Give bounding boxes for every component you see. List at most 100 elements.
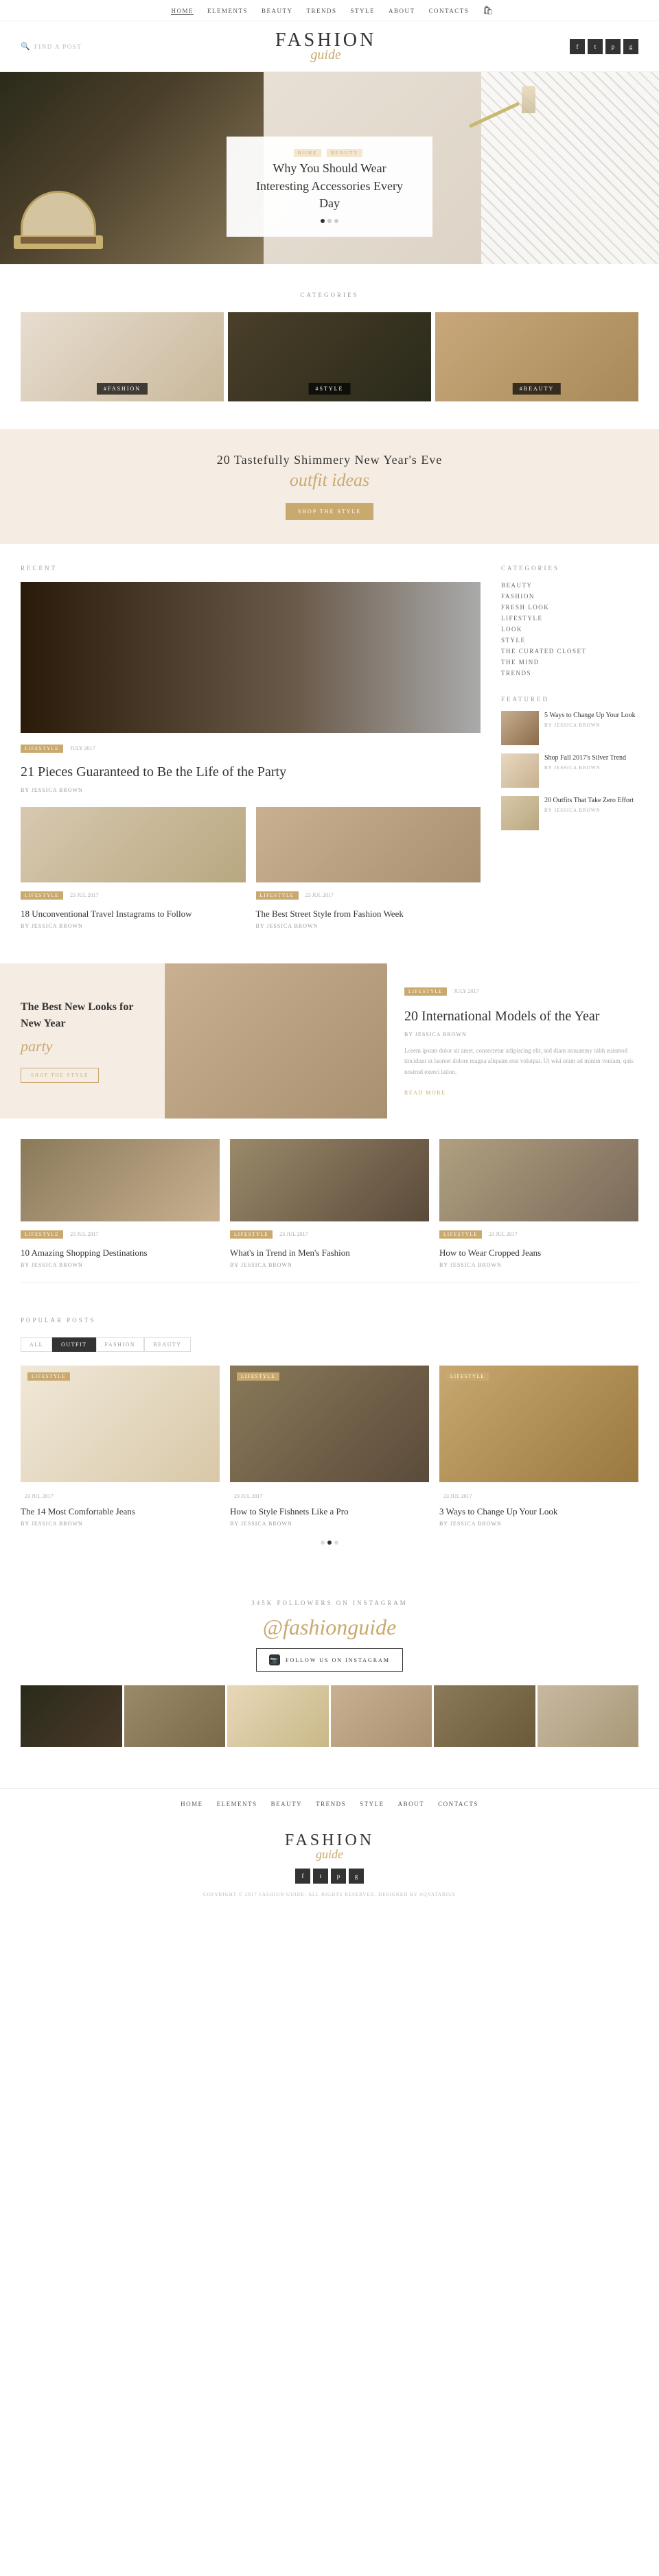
article-mensfashion-date: 23 JUL 2017 xyxy=(279,1231,308,1237)
hero-dot-1[interactable] xyxy=(321,219,325,223)
footer-nav-elements[interactable]: ELEMENTS xyxy=(217,1801,257,1807)
popular-fishnets-date: 23 JUL 2017 xyxy=(234,1493,262,1499)
hero-dot-3[interactable] xyxy=(334,219,338,223)
sidebar-cat-trends[interactable]: TRENDS xyxy=(501,668,638,679)
sidebar-cat-mind[interactable]: THE MIND xyxy=(501,657,638,668)
category-fashion[interactable]: #FASHION xyxy=(21,312,224,401)
sidebar-featured-3[interactable]: 20 Outfits That Take Zero Effort BY JESS… xyxy=(501,796,638,830)
sidebar-featured-3-info: 20 Outfits That Take Zero Effort BY JESS… xyxy=(544,796,638,813)
nav-home[interactable]: HOME xyxy=(171,8,194,15)
tab-all[interactable]: ALL xyxy=(21,1337,52,1352)
facebook-button[interactable]: f xyxy=(570,39,585,54)
footer-nav-trends[interactable]: TRENDS xyxy=(316,1801,346,1807)
popular-fishnets-image: LIFESTYLE xyxy=(230,1366,429,1482)
page-dot-1[interactable] xyxy=(321,1541,325,1545)
article-croppedjeans[interactable]: LIFESTYLE 23 JUL 2017 How to Wear Croppe… xyxy=(439,1139,638,1268)
footer-twitter-button[interactable]: t xyxy=(313,1869,328,1884)
page-dot-3[interactable] xyxy=(334,1541,338,1545)
featured-article-image xyxy=(21,582,481,733)
pinterest-button[interactable]: p xyxy=(605,39,621,54)
feature-article-content[interactable]: LIFESTYLE JULY 2017 20 International Mod… xyxy=(387,963,659,1119)
sidebar-cat-beauty[interactable]: BEAUTY xyxy=(501,580,638,591)
instagram-follow-label: FOLLOW US ON INSTAGRAM xyxy=(286,1657,390,1663)
article-travel-date: 23 JUL 2017 xyxy=(70,892,98,898)
page-dot-2[interactable] xyxy=(327,1541,332,1545)
article-mensfashion-author: BY JESSICA BROWN xyxy=(230,1262,429,1268)
instagram-photo-1[interactable] xyxy=(21,1685,122,1747)
hero-badge-category: BEAUTY xyxy=(327,149,362,157)
instagram-follow-button[interactable]: 📷 FOLLOW US ON INSTAGRAM xyxy=(256,1648,403,1672)
article-shopping[interactable]: LIFESTYLE 23 JUL 2017 10 Amazing Shoppin… xyxy=(21,1139,220,1268)
nav-trends[interactable]: TRENDS xyxy=(306,8,336,14)
nav-beauty[interactable]: BEAUTY xyxy=(262,8,293,14)
hero-content-box: HOME BEAUTY Why You Should Wear Interest… xyxy=(227,137,432,237)
instagram-photo-2[interactable] xyxy=(124,1685,226,1747)
sidebar-cat-lifestyle[interactable]: LIFESTYLE xyxy=(501,613,638,624)
nav-style[interactable]: STYLE xyxy=(350,8,375,14)
popular-posts-section: POPULAR POSTS ALL OUTFIT FASHION BEAUTY … xyxy=(0,1296,659,1572)
footer-google-button[interactable]: g xyxy=(349,1869,364,1884)
category-style[interactable]: #STYLE xyxy=(228,312,431,401)
tab-fashion[interactable]: FASHION xyxy=(96,1337,145,1352)
sidebar-featured-1-info: 5 Ways to Change Up Your Look BY JESSICA… xyxy=(544,711,638,728)
sidebar-cat-look[interactable]: LOOK xyxy=(501,624,638,635)
twitter-button[interactable]: t xyxy=(588,39,603,54)
popular-item-fishnets[interactable]: LIFESTYLE 23 JUL 2017 How to Style Fishn… xyxy=(230,1366,429,1527)
tab-outfit[interactable]: OUTFIT xyxy=(52,1337,95,1352)
hero-title: Why You Should Wear Interesting Accessor… xyxy=(247,160,412,212)
feature-read-more[interactable]: READ MORE xyxy=(404,1090,446,1096)
sidebar-featured-2-title: Shop Fall 2017's Silver Trend xyxy=(544,753,638,763)
sidebar-featured-2[interactable]: Shop Fall 2017's Silver Trend BY JESSICA… xyxy=(501,753,638,788)
footer-nav-style[interactable]: STYLE xyxy=(360,1801,384,1807)
categories-grid: #FASHION #STYLE #BEAUTY xyxy=(21,312,638,401)
sidebar-featured-label: FEATURED xyxy=(501,696,638,703)
search-area[interactable]: 🔍 FIND A POST xyxy=(21,42,82,51)
footer-nav-beauty[interactable]: BEAUTY xyxy=(271,1801,303,1807)
tab-beauty[interactable]: BEAUTY xyxy=(144,1337,190,1352)
article-shopping-image xyxy=(21,1139,220,1221)
category-fashion-tag: #FASHION xyxy=(97,383,148,395)
nav-elements[interactable]: ELEMENTS xyxy=(207,8,248,14)
feature-promo-button[interactable]: SHOP THE STYLE xyxy=(21,1068,99,1083)
featured-article-title: 21 Pieces Guaranteed to Be the Life of t… xyxy=(21,762,481,782)
instagram-photo-6[interactable] xyxy=(537,1685,639,1747)
popular-item-jeans[interactable]: LIFESTYLE 23 JUL 2017 The 14 Most Comfor… xyxy=(21,1366,220,1527)
nav-about[interactable]: ABOUT xyxy=(389,8,415,14)
social-links: f t p g xyxy=(570,39,638,54)
site-logo[interactable]: FASHION guide xyxy=(82,30,570,63)
sidebar-cat-fashion[interactable]: FASHION xyxy=(501,591,638,602)
sidebar-featured-1-author: BY JESSICA BROWN xyxy=(544,723,638,728)
article-mensfashion[interactable]: LIFESTYLE 23 JUL 2017 What's in Trend in… xyxy=(230,1139,429,1268)
popular-item-changeup[interactable]: LIFESTYLE 23 JUL 2017 3 Ways to Change U… xyxy=(439,1366,638,1527)
hero-dot-2[interactable] xyxy=(327,219,332,223)
footer-nav-home[interactable]: HOME xyxy=(181,1801,203,1807)
categories-label: CATEGORIES xyxy=(21,292,638,298)
article-travel-image xyxy=(21,807,246,882)
popular-posts-label: POPULAR POSTS xyxy=(21,1317,638,1324)
hero-image-left xyxy=(0,72,264,264)
feature-article-author: BY JESSICA BROWN xyxy=(404,1031,642,1038)
promo-button[interactable]: SHOP THE STYLE xyxy=(286,503,373,520)
article-streetstyle[interactable]: LIFESTYLE 23 JUL 2017 The Best Street St… xyxy=(256,807,481,929)
category-beauty[interactable]: #BEAUTY xyxy=(435,312,638,401)
google-button[interactable]: g xyxy=(623,39,638,54)
instagram-photo-4[interactable] xyxy=(331,1685,432,1747)
featured-article[interactable]: LIFESTYLE JULY 2017 21 Pieces Guaranteed… xyxy=(21,582,481,793)
article-travel[interactable]: LIFESTYLE 23 JUL 2017 18 Unconventional … xyxy=(21,807,246,929)
instagram-photo-3[interactable] xyxy=(227,1685,329,1747)
footer-facebook-button[interactable]: f xyxy=(295,1869,310,1884)
nav-contacts[interactable]: CONTACTS xyxy=(428,8,469,14)
cart-icon[interactable]: 🛍 xyxy=(483,5,493,15)
sidebar-featured-1[interactable]: 5 Ways to Change Up Your Look BY JESSICA… xyxy=(501,711,638,745)
footer-nav-about[interactable]: ABOUT xyxy=(398,1801,425,1807)
footer-nav-contacts[interactable]: CONTACTS xyxy=(438,1801,478,1807)
footer-pinterest-button[interactable]: p xyxy=(331,1869,346,1884)
sidebar-cat-curatedcloset[interactable]: THE CURATED CLOSET xyxy=(501,646,638,657)
instagram-photo-5[interactable] xyxy=(434,1685,535,1747)
sidebar-cat-style[interactable]: STYLE xyxy=(501,635,638,646)
popular-fishnets-author: BY JESSICA BROWN xyxy=(230,1521,429,1527)
site-footer: FASHION guide f t p g COPYRIGHT © 2017 F… xyxy=(0,1818,659,1908)
article-streetstyle-image xyxy=(256,807,481,882)
sidebar: CATEGORIES BEAUTY FASHION FRESH LOOK LIF… xyxy=(501,565,638,943)
sidebar-cat-freshlook[interactable]: FRESH LOOK xyxy=(501,602,638,613)
